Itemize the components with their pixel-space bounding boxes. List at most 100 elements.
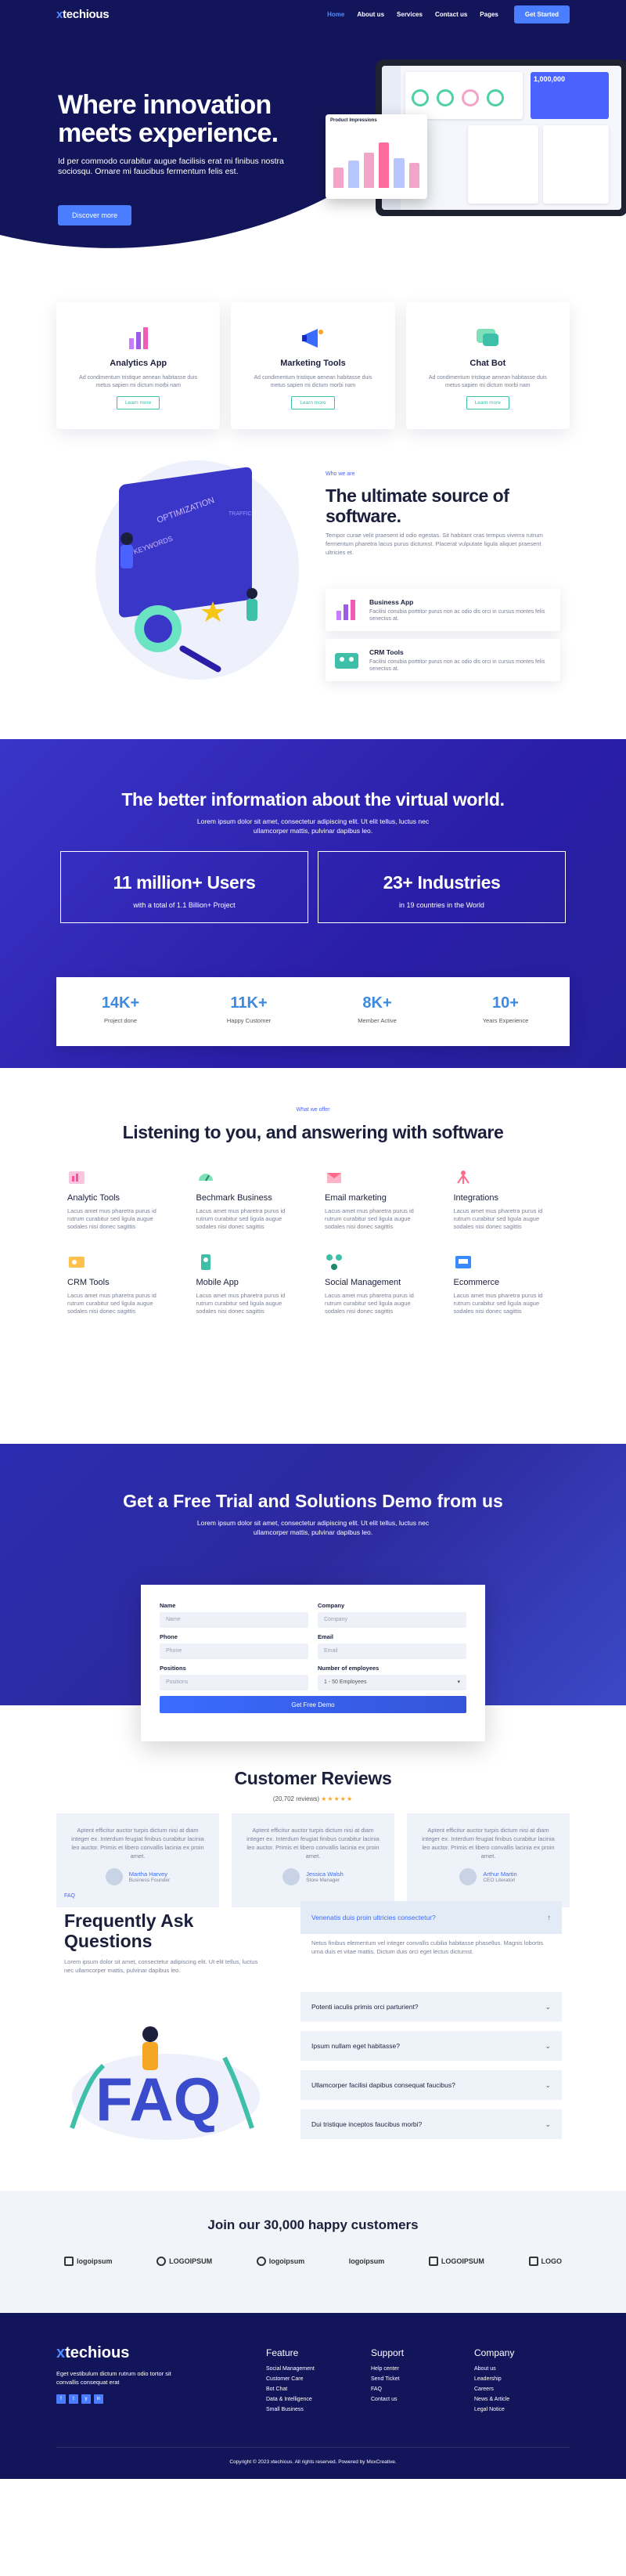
footer-link[interactable]: Contact us	[371, 2397, 404, 2402]
service-card-analytics: Analytics App Ad condimentum tristique a…	[56, 302, 221, 429]
faq-illustration: FAQ	[70, 2026, 260, 2140]
big-stat-users: 11 million+ Users with a total of 1.1 Bi…	[60, 851, 308, 923]
big-stat-number: 23+ Industries	[383, 872, 501, 893]
solutions-grid: Analytic Tools Lacus amet mus pharetra pu…	[0, 1168, 626, 1315]
linkedin-icon[interactable]: in	[94, 2394, 103, 2404]
feature-crm-tools: CRM Tools Facilisi conubia porttitor puru…	[326, 639, 560, 681]
social-network-icon	[325, 1253, 344, 1272]
email-field[interactable]: Email	[318, 1643, 466, 1659]
reviews-count: (20,702 reviews) ★★★★★	[272, 1795, 354, 1802]
footer-link[interactable]: About us	[474, 2366, 514, 2372]
positions-label: Positions	[160, 1665, 186, 1672]
learn-more-button[interactable]: Learn more	[291, 396, 335, 409]
dashboard-stats-card	[405, 72, 523, 119]
integrations-icon	[454, 1168, 473, 1187]
menu-item-pages[interactable]: Pages	[480, 11, 498, 18]
service-title: Chat Bot	[470, 359, 506, 368]
get-free-demo-button[interactable]: Get Free Demo	[160, 1696, 466, 1713]
footer-link[interactable]: Send Ticket	[371, 2376, 404, 2382]
top-navbar: xtechious Home About us Services Contact…	[0, 0, 626, 28]
menu-item-home[interactable]: Home	[327, 11, 344, 18]
analytics-chart-icon	[124, 324, 153, 352]
chevron-down-icon: ⌄	[545, 2041, 551, 2050]
footer-col-support: Support Help center Send Ticket FAQ Cont…	[371, 2347, 405, 2402]
client-logo: LOGO	[528, 2257, 562, 2266]
footer-col-company: Company About us Leadership Careers News…	[474, 2347, 515, 2412]
phone-field[interactable]: Phone	[160, 1643, 308, 1659]
footer-link[interactable]: FAQ	[371, 2387, 404, 2392]
footer-text: Eget vestibulum dictum rutrum odio torto…	[56, 2370, 171, 2386]
menu-item-services[interactable]: Services	[397, 11, 423, 18]
solution-item: Integrations Lacus amet mus pharetra puru…	[454, 1168, 559, 1231]
stats-text: Lorem ipsum dolor sit amet, consectetur …	[196, 817, 430, 835]
business-chart-icon	[333, 597, 360, 623]
client-logo: LOGOIPSUM	[156, 2257, 212, 2266]
footer-link[interactable]: Help center	[371, 2366, 404, 2372]
solutions-subtitle: What we offer	[296, 1107, 330, 1113]
big-stats: 11 million+ Users with a total of 1.1 Bi…	[0, 851, 626, 923]
feature-text: Facilisi conubia porttitor purus non ac …	[369, 658, 545, 672]
name-label: Name	[160, 1602, 176, 1609]
stat-customers: 11K+ Happy Customer	[226, 994, 272, 1024]
footer-link[interactable]: Data & Intelligence	[266, 2397, 315, 2402]
client-logo: logoipsum	[256, 2257, 304, 2266]
client-logo: logoipsum	[348, 2257, 385, 2265]
service-title: Marketing Tools	[280, 359, 346, 368]
company-field[interactable]: Company	[318, 1612, 466, 1628]
stat-projects: 14K+ Project done	[101, 994, 140, 1024]
faq-question[interactable]: Potenti iaculis primis orci parturient? ⌄	[300, 1992, 562, 2022]
faq-question[interactable]: Dui tristique inceptos faucibus morbi? ⌄	[300, 2109, 562, 2139]
learn-more-button[interactable]: Learn more	[466, 396, 509, 409]
footer-link[interactable]: Small Business	[266, 2407, 315, 2412]
facebook-icon[interactable]: f	[56, 2394, 66, 2404]
footer-link[interactable]: Leadership	[474, 2376, 514, 2382]
service-text: Ad condimentum tristique aenean habitass…	[254, 375, 372, 388]
customers-title: Join our 30,000 happy customers	[207, 2217, 419, 2232]
get-started-button[interactable]: Get Started	[513, 5, 570, 23]
footer-logo[interactable]: xtechious	[56, 2344, 129, 2362]
phone-label: Phone	[160, 1633, 178, 1640]
faq-question-open[interactable]: Venenatis duis proin ultricies consectet…	[300, 1901, 562, 1934]
chart-card-title: Product Impressions	[330, 118, 377, 123]
menu-item-contact[interactable]: Contact us	[435, 11, 467, 18]
youtube-icon[interactable]: y	[81, 2394, 91, 2404]
footer-link[interactable]: News & Article	[474, 2397, 514, 2402]
mobile-app-icon	[196, 1253, 215, 1272]
product-impressions-card: Product Impressions	[326, 114, 427, 199]
solutions-section: What we offer Listening to you, and answ…	[0, 1068, 626, 1444]
footer-link[interactable]: Legal Notice	[474, 2407, 514, 2412]
footer-col-feature: Feature Social Management Customer Care …	[266, 2347, 315, 2412]
footer-link[interactable]: Customer Care	[266, 2376, 315, 2382]
service-card-chatbot: Chat Bot Ad condimentum tristique aenean…	[405, 302, 570, 429]
customers-section: Join our 30,000 happy customers logoipsu…	[0, 2191, 626, 2313]
solution-item: CRM Tools Lacus amet mus pharetra purus i…	[67, 1253, 173, 1315]
feature-business-app: Business App Facilisi conubia porttitor p…	[326, 589, 560, 631]
menu-item-about[interactable]: About us	[357, 11, 384, 18]
footer-link[interactable]: Careers	[474, 2387, 514, 2392]
small-stats-bar: 14K+ Project done 11K+ Happy Customer 8K+ M…	[56, 977, 570, 1046]
faq-question[interactable]: Ullamcorper facilisi dapibus consequat f…	[300, 2070, 562, 2100]
name-field[interactable]: Name	[160, 1612, 308, 1628]
employees-select[interactable]: 1 - 50 Employees ▾	[318, 1675, 466, 1690]
company-label: Company	[318, 1602, 345, 1609]
big-stat-industries: 23+ Industries in 19 countries in the Wo…	[318, 851, 566, 923]
learn-more-button[interactable]: Learn more	[117, 396, 160, 409]
positions-field[interactable]: Positions	[160, 1675, 308, 1690]
faq-title: Frequently Ask Questions	[64, 1910, 194, 1951]
big-stat-label: with a total of 1.1 Billion+ Project	[133, 901, 236, 909]
avatar	[282, 1868, 300, 1885]
solution-item: Bechmark Business Lacus amet mus pharetra…	[196, 1168, 302, 1231]
site-footer: xtechious Eget vestibulum dictum rutrum …	[0, 2313, 626, 2479]
avatar	[105, 1868, 123, 1885]
faq-question[interactable]: Ipsum nullam eget habitasse? ⌄	[300, 2031, 562, 2061]
impressions-bars	[333, 138, 419, 188]
feature-title: CRM Tools	[369, 648, 404, 656]
chat-bubble-icon	[473, 324, 502, 352]
service-cards: Analytics App Ad condimentum tristique a…	[0, 302, 626, 429]
chevron-up-icon: ↑	[547, 1914, 552, 1921]
brand-logo[interactable]: xtechious	[56, 8, 110, 21]
footer-link[interactable]: Bot Chat	[266, 2387, 315, 2392]
footer-link[interactable]: Social Management	[266, 2366, 315, 2372]
discover-more-button[interactable]: Discover more	[58, 205, 132, 225]
twitter-icon[interactable]: t	[69, 2394, 78, 2404]
